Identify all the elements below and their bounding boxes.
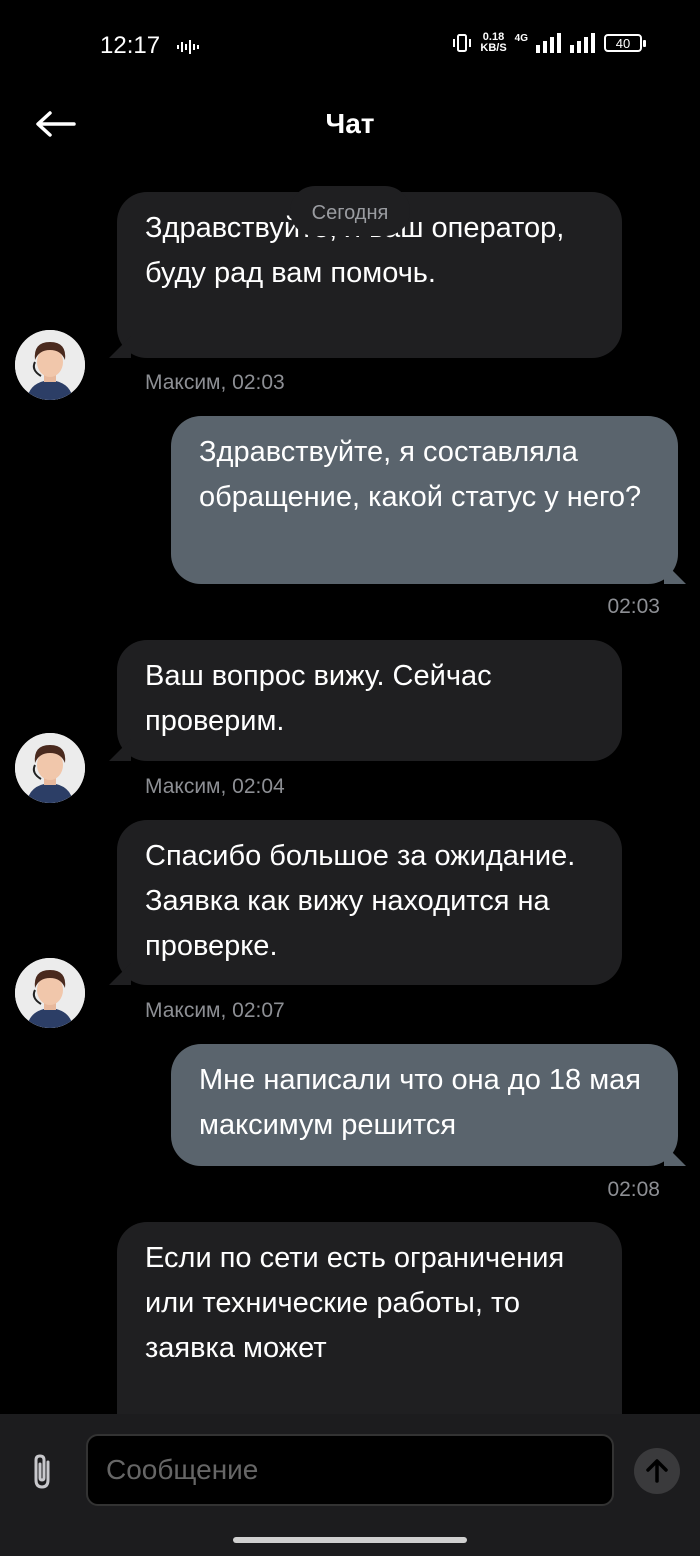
outgoing-message: Мне написали что она до 18 мая максимум … <box>171 1044 678 1166</box>
message-text: Ваш вопрос вижу. Сейчас проверим. <box>145 660 492 737</box>
audio-wave-icon <box>177 40 199 54</box>
message-meta: Максим, 02:03 <box>145 371 285 394</box>
operator-avatar-image <box>15 330 85 400</box>
message-meta: 02:08 <box>607 1178 660 1201</box>
battery-icon: 40 <box>604 34 646 52</box>
message-text: Здравствуйте, я составляла обращение, ка… <box>199 436 642 513</box>
outgoing-message: Здравствуйте, я составляла обращение, ка… <box>171 416 678 584</box>
operator-avatar-image <box>15 958 85 1028</box>
message-text: Мне написали что она до 18 мая максимум … <box>199 1064 641 1141</box>
operator-avatar <box>15 958 85 1028</box>
date-separator: Сегодня <box>290 186 410 236</box>
operator-avatar <box>15 733 85 803</box>
page-title: Чат <box>325 108 375 139</box>
signal-icon <box>536 33 561 53</box>
message-text: Если по сети есть ограничения или технич… <box>145 1242 565 1364</box>
status-indicators: 0.18 KB/S 4G 40 <box>452 31 646 54</box>
message-input[interactable]: Сообщение <box>86 1434 614 1506</box>
operator-avatar <box>15 330 85 400</box>
operator-avatar-image <box>15 733 85 803</box>
status-time: 12:17 <box>100 32 161 59</box>
incoming-message: Спасибо большое за ожидание. Заявка как … <box>117 820 622 985</box>
network-speed: 0.18 KB/S <box>480 31 507 54</box>
arrow-up-icon <box>646 1459 668 1483</box>
network-type: 4G <box>514 32 528 44</box>
chat-header: Чат <box>0 90 700 158</box>
message-composer: Сообщение <box>0 1414 700 1556</box>
status-bar: 12:17 0.18 KB/S 4G 40 <box>0 0 700 90</box>
home-indicator[interactable] <box>233 1537 467 1543</box>
message-text: Спасибо большое за ожидание. Заявка как … <box>145 840 576 962</box>
message-meta: Максим, 02:04 <box>145 775 285 798</box>
incoming-message: Ваш вопрос вижу. Сейчас проверим. <box>117 640 622 761</box>
message-meta: 02:03 <box>607 595 660 618</box>
paperclip-icon[interactable] <box>26 1452 60 1492</box>
vibrate-icon <box>453 34 472 52</box>
send-button[interactable] <box>634 1448 680 1494</box>
signal-icon <box>570 33 595 53</box>
message-meta: Максим, 02:07 <box>145 999 285 1022</box>
message-input-placeholder: Сообщение <box>106 1454 259 1485</box>
